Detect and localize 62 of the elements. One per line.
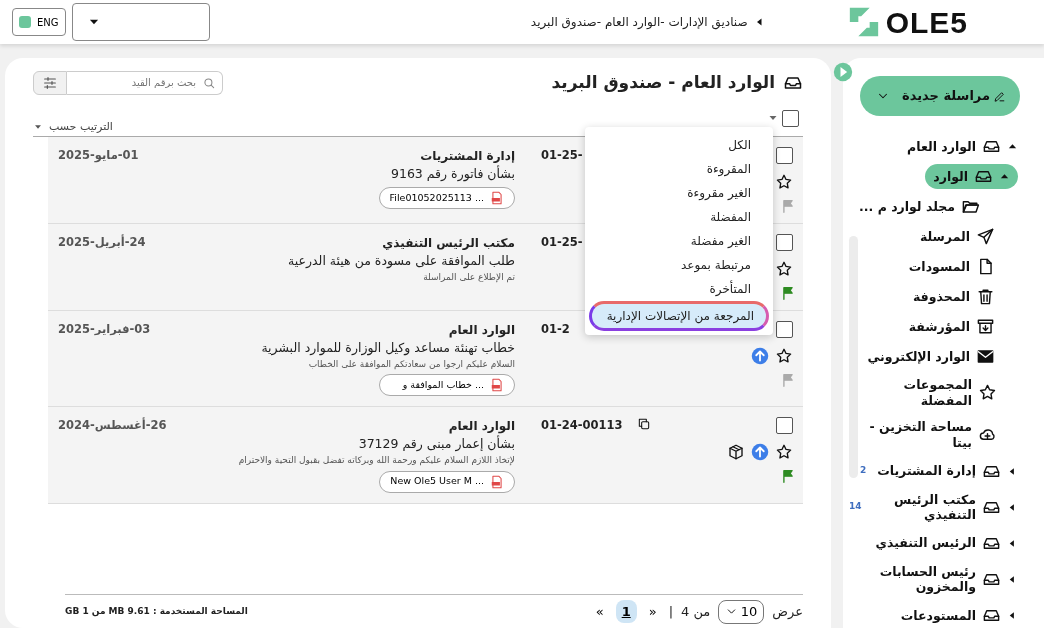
logo-text: OLE5: [885, 4, 968, 41]
page-size-select[interactable]: 10: [718, 599, 765, 624]
sort-dropdown[interactable]: الترتيب حسب: [33, 118, 113, 135]
menu-item[interactable]: الكل: [589, 133, 769, 157]
sidebar-item[interactable]: مساحة التخزين - بيتا: [856, 416, 1026, 454]
message-subject: طلب الموافقة على مسودة من هيئة الدرعية: [288, 252, 515, 271]
message-subject: بشأن إعمار مبنى رقم 37129: [358, 435, 515, 454]
message-preview: لإتخاذ اللازم السلام عليكم ورحمة الله وبركاته تفضل بقبول التحية والاحترام: [238, 454, 515, 468]
page-button[interactable]: 1: [615, 599, 637, 624]
separator-text: |: [668, 602, 674, 621]
sidebar-item[interactable]: مكتب الرئيس التنفيذي: [864, 488, 1026, 526]
message-date: 24-أبريل-2025: [57, 234, 147, 251]
sidebar-item[interactable]: المرسلة: [911, 224, 1026, 249]
message-preview: السلام عليكم ارجوا من سعادتكم الموافقة على الخطاب: [308, 357, 515, 371]
message-date: 01-مايو-2025: [57, 147, 140, 165]
sidebar-item[interactable]: إدارة المشتريات: [869, 458, 1026, 484]
next-page-button[interactable]: »: [591, 601, 608, 622]
sidebar-item[interactable]: المسودات: [900, 254, 1026, 279]
storage-usage: المساحة المستخدمة : MB 9.61 من GB 1: [65, 604, 248, 619]
menu-item[interactable]: المرجعة من الإتصالات الإدارية: [589, 301, 769, 331]
sidebar-item[interactable]: المحذوفة: [904, 284, 1026, 309]
reference-number: 01-25-: [541, 234, 584, 251]
sender-name: الوارد العام: [448, 418, 515, 435]
mailbox-title: الوارد العام - صندوق البريد: [551, 71, 775, 95]
message-date: 26-أغسطس-2024: [57, 417, 168, 435]
menu-item[interactable]: مرتبطة بموعد: [589, 253, 769, 277]
message-subject: خطاب تهنئة مساعد وكيل الوزارة للموارد البشرية: [261, 339, 515, 358]
language-toggle[interactable]: ENG: [12, 8, 66, 36]
attachment-chip[interactable]: File01052025113 ...: [378, 186, 515, 209]
sidebar-item[interactable]: المستودعات: [892, 603, 1026, 628]
sidebar-item[interactable]: الرئيس التنفيذي: [867, 530, 1026, 556]
sidebar-item[interactable]: الوارد: [925, 164, 1018, 189]
page-count: من 4: [681, 602, 711, 622]
sender-name: الوارد العام: [448, 322, 515, 339]
page-size-label: عرض: [772, 602, 803, 622]
message-subject: بشأن فاتورة رقم 9163: [391, 165, 515, 184]
sender-name: إدارة المشتريات: [420, 148, 515, 165]
reference-number: 01-25-: [541, 147, 584, 164]
attachment-chip[interactable]: New Ole5 User M ...: [379, 470, 515, 493]
unread-count: 14: [849, 500, 862, 514]
sidebar-item[interactable]: مجلد لوارد م ...: [851, 194, 994, 219]
sidebar-item[interactable]: المجموعات المفضلة: [856, 374, 1026, 412]
attachment-chip[interactable]: خطاب الموافقة و ...: [379, 374, 515, 397]
search-field[interactable]: بحث برقم القيد: [67, 70, 223, 95]
reference-number: 01-24-00113: [541, 417, 624, 435]
sidebar-item[interactable]: المؤرشفة: [900, 314, 1026, 339]
sidebar-item[interactable]: الوارد العام: [899, 134, 1026, 159]
menu-item[interactable]: الغير مفضلة: [589, 229, 769, 253]
compose-button[interactable]: مراسلة جديدة: [860, 76, 1020, 116]
sidebar-item[interactable]: رئيس الحسابات والمخزون: [860, 560, 1026, 598]
sidebar-item[interactable]: الوارد الإلكتروني: [859, 344, 1026, 369]
menu-item[interactable]: المتأخرة: [589, 277, 769, 301]
previous-page-button[interactable]: «: [644, 601, 661, 622]
breadcrumb-text: صناديق الإدارات -الوارد العام -صندوق البريد: [530, 14, 748, 31]
message-date: 03-فبراير-2025: [57, 321, 152, 338]
reference-number: 01-2: [541, 321, 571, 338]
message-preview: تم الإطلاع على المراسلة: [423, 270, 515, 285]
menu-item[interactable]: الغير مقروءة: [589, 181, 769, 205]
menu-item[interactable]: المفضلة: [589, 205, 769, 229]
sender-name: مكتب الرئيس التنفيذي: [382, 235, 515, 252]
unread-count: 2: [859, 464, 867, 478]
menu-item[interactable]: المقروءة: [589, 157, 769, 181]
